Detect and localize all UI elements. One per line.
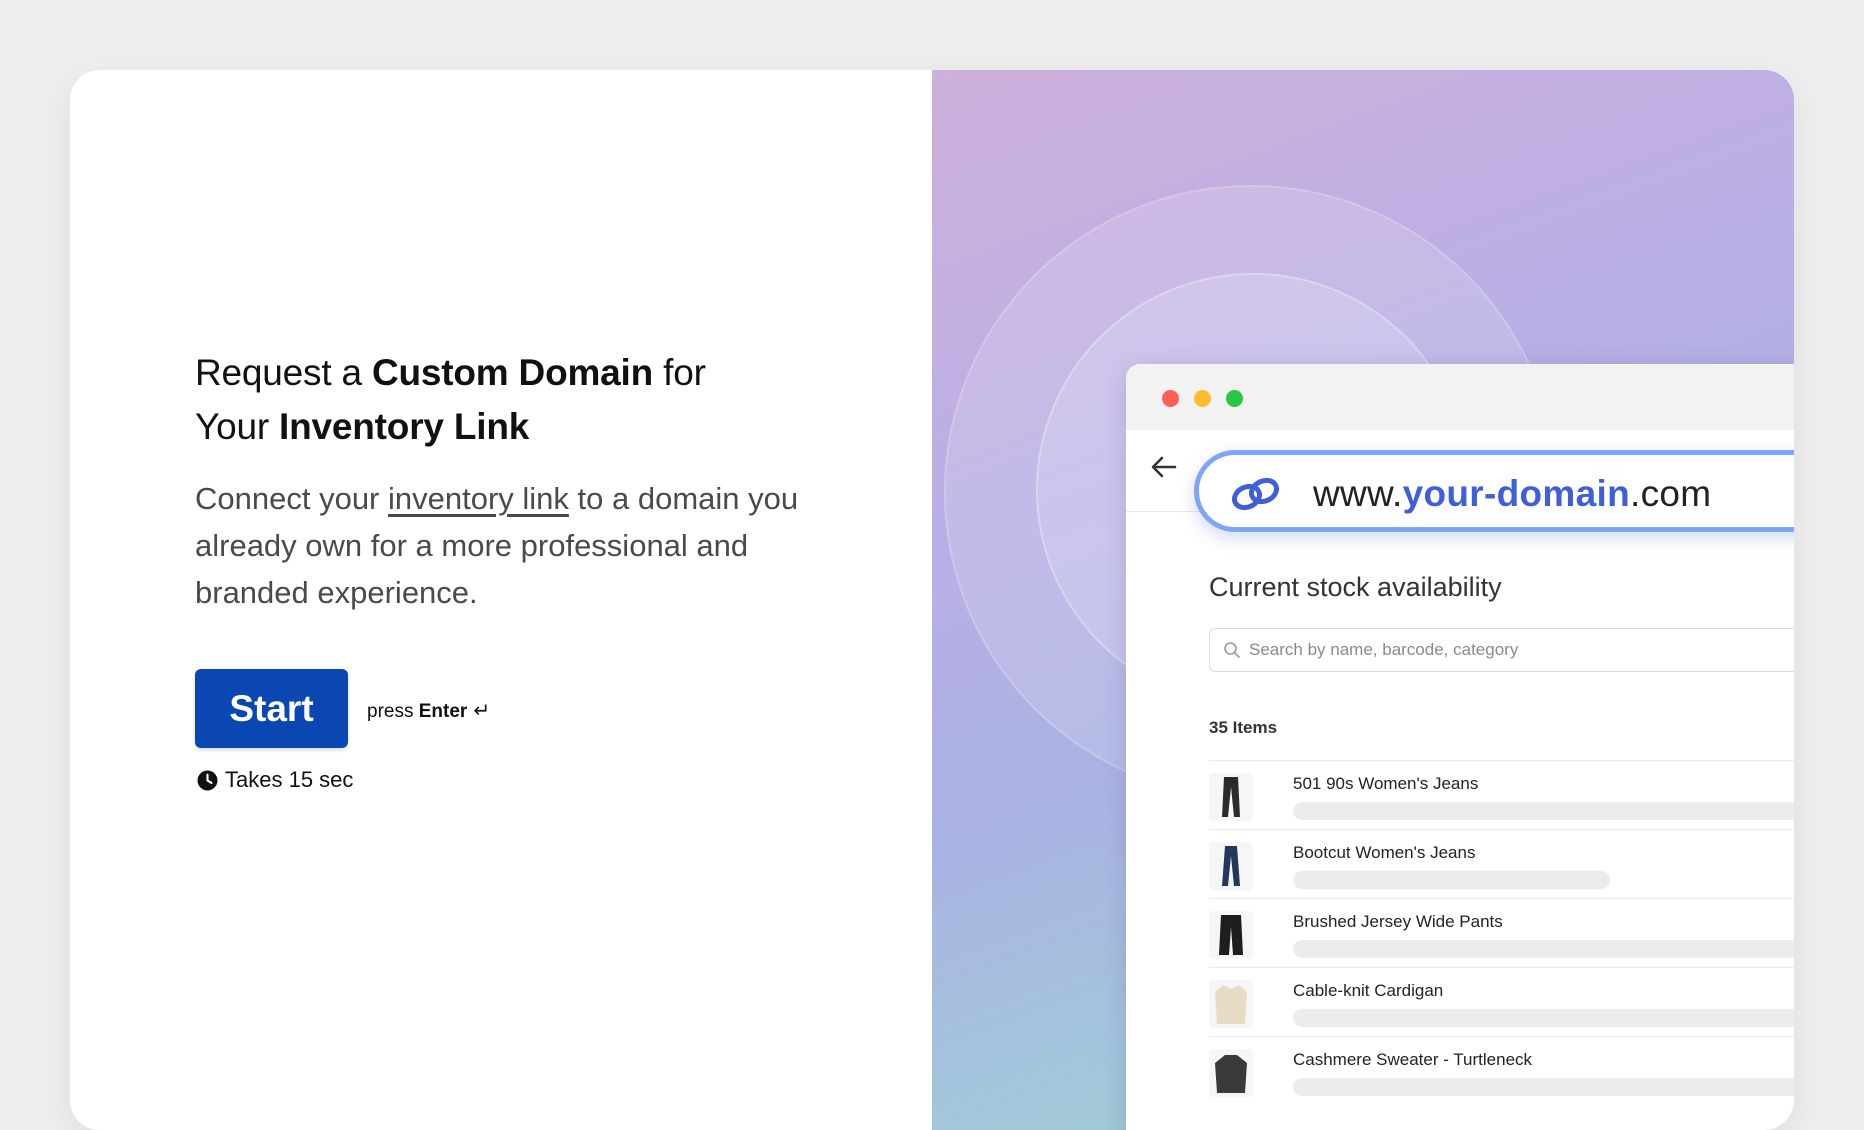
- duration-note: Takes 15 sec: [197, 767, 353, 793]
- enter-key-icon: ↵: [473, 700, 491, 722]
- search-input: [1249, 640, 1794, 660]
- jeans-thumbnail: [1209, 773, 1253, 821]
- list-item: Brushed Jersey Wide Pants: [1209, 898, 1794, 967]
- preview-panel: www.your-domain.com Current stock availa…: [932, 70, 1794, 1130]
- url-bar: www.your-domain.com: [1194, 450, 1794, 532]
- items-count: 35 Items: [1209, 718, 1278, 737]
- press-enter-hint: press Enter ↵: [367, 700, 491, 722]
- list-item: Cashmere Sweater - Turtleneck: [1209, 1036, 1794, 1105]
- stock-bar: [1293, 940, 1794, 958]
- stock-title: Current stock availability: [1209, 572, 1502, 602]
- page-title: Request a Custom Domain for Your Inventor…: [195, 352, 706, 447]
- window-maximize-dot: [1226, 390, 1243, 407]
- left-panel: Request a Custom Domain for Your Inventor…: [70, 70, 932, 1130]
- browser-preview: www.your-domain.com Current stock availa…: [1126, 364, 1794, 1130]
- list-item: Cable-knit Cardigan: [1209, 967, 1794, 1036]
- url-text: www.your-domain.com: [1313, 473, 1712, 514]
- window-close-dot: [1162, 390, 1179, 407]
- stock-bar: [1293, 871, 1610, 889]
- item-name: Bootcut Women's Jeans: [1293, 843, 1476, 862]
- description: Connect your inventory link to a domain …: [195, 481, 799, 610]
- inventory-link[interactable]: inventory link: [388, 481, 569, 516]
- stock-bar: [1293, 1009, 1794, 1027]
- inventory-list: 501 90s Women's Jeans Bootcut Women's Je…: [1209, 760, 1794, 1105]
- onboarding-card: Request a Custom Domain for Your Inventor…: [70, 70, 1794, 1130]
- back-arrow-icon: [1151, 456, 1177, 478]
- browser-titlebar: [1126, 364, 1794, 430]
- item-name: Cable-knit Cardigan: [1293, 981, 1444, 1000]
- window-minimize-dot: [1194, 390, 1211, 407]
- list-item: 501 90s Women's Jeans: [1209, 760, 1794, 829]
- divider: [1126, 511, 1206, 512]
- search-box: [1209, 628, 1794, 672]
- item-name: Brushed Jersey Wide Pants: [1293, 912, 1503, 931]
- stock-bar: [1293, 802, 1794, 820]
- stock-bar: [1293, 1078, 1794, 1096]
- clock-icon: [197, 770, 218, 790]
- sweater-thumbnail: [1209, 1049, 1253, 1097]
- pants-thumbnail: [1209, 911, 1253, 959]
- search-icon: [1224, 642, 1240, 658]
- link-icon: [1231, 477, 1280, 511]
- list-item: Bootcut Women's Jeans: [1209, 829, 1794, 898]
- start-button[interactable]: Start: [195, 669, 348, 748]
- jeans-thumbnail: [1209, 842, 1253, 890]
- item-name: 501 90s Women's Jeans: [1293, 774, 1479, 793]
- item-name: Cashmere Sweater - Turtleneck: [1293, 1050, 1533, 1069]
- cardigan-thumbnail: [1209, 980, 1253, 1028]
